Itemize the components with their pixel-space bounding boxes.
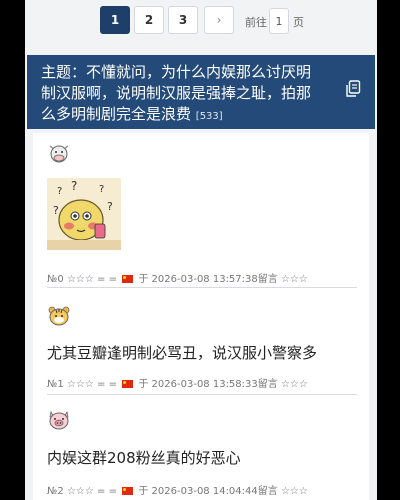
post-content: 内娱这群208粉丝真的好恶心: [47, 449, 241, 467]
post-datetime: 2026-03-08 13:57:38: [151, 274, 258, 285]
goto-label: 前往: [245, 16, 267, 29]
goto-page-input[interactable]: 1: [269, 8, 289, 34]
post-meta: №1 ☆☆☆ = = 于 2026-03-08 13:58:33留言 ☆☆☆: [47, 375, 308, 390]
rating-stars-secondary[interactable]: ☆☆☆: [281, 274, 308, 285]
copy-icon[interactable]: [345, 80, 361, 98]
goto-unit: 页: [293, 16, 304, 29]
post-datetime: 2026-03-08 13:58:33: [151, 379, 258, 390]
at-label: 于: [138, 274, 149, 285]
svg-text:?: ?: [71, 179, 77, 193]
svg-text:?: ?: [99, 184, 104, 195]
sticker-image[interactable]: ? ? ? ? ?: [47, 178, 121, 250]
thread-page: 1 2 3 › 前往 1 页 主题：不懂就问，为什么内娱那么讨厌明制汉服啊，说明…: [25, 0, 377, 500]
post-meta: №0 ☆☆☆ = = 于 2026-03-08 13:57:38留言 ☆☆☆: [47, 270, 308, 285]
post-meta: №2 ☆☆☆ = = 于 2026-03-08 14:04:44留言 ☆☆☆: [47, 482, 308, 497]
post-datetime: 2026-03-08 14:04:44: [151, 486, 258, 497]
at-label: 于: [138, 379, 149, 390]
pig-icon: [47, 409, 71, 431]
post-content: 尤其豆瓣逢明制必骂丑，说汉服小警察多: [47, 344, 318, 362]
post-suffix: 留言: [257, 274, 278, 285]
at-label: 于: [138, 486, 149, 497]
separator: = =: [97, 274, 117, 285]
post-suffix: 留言: [257, 486, 278, 497]
cow-icon: [47, 142, 71, 164]
topic-header: 主题：不懂就问，为什么内娱那么讨厌明制汉服啊，说明制汉服是强捧之耻，拍那么多明制…: [27, 55, 375, 129]
post-number: №0: [47, 274, 64, 285]
svg-text:?: ?: [53, 204, 59, 217]
flag-icon: [122, 380, 134, 388]
rating-stars-secondary[interactable]: ☆☆☆: [281, 486, 308, 497]
reply-count: [533]: [195, 111, 223, 122]
separator: = =: [97, 486, 117, 497]
page-button-3[interactable]: 3: [168, 6, 198, 34]
rating-stars[interactable]: ☆☆☆: [67, 486, 94, 497]
next-page-button[interactable]: ›: [204, 6, 234, 34]
tiger-icon: [47, 305, 71, 327]
flag-icon: [122, 275, 134, 283]
flag-icon: [122, 487, 134, 495]
page-button-1[interactable]: 1: [100, 6, 130, 34]
rating-stars[interactable]: ☆☆☆: [67, 274, 94, 285]
post-list: ? ? ? ? ? №0 ☆☆☆ = = 于 2026-03-08 13:57:…: [33, 133, 369, 500]
page-button-2[interactable]: 2: [134, 6, 164, 34]
rating-stars[interactable]: ☆☆☆: [67, 379, 94, 390]
separator: = =: [97, 379, 117, 390]
pagination: 1 2 3 › 前往 1 页: [25, 6, 377, 36]
post-number: №2: [47, 486, 64, 497]
divider: [47, 287, 357, 288]
topic-title: 主题：不懂就问，为什么内娱那么讨厌明制汉服啊，说明制汉服是强捧之耻，拍那么多明制…: [41, 63, 312, 123]
svg-text:?: ?: [57, 186, 62, 197]
rating-stars-secondary[interactable]: ☆☆☆: [281, 379, 308, 390]
post-suffix: 留言: [257, 379, 278, 390]
svg-text:?: ?: [107, 200, 113, 213]
post-number: №1: [47, 379, 64, 390]
divider: [47, 394, 357, 395]
